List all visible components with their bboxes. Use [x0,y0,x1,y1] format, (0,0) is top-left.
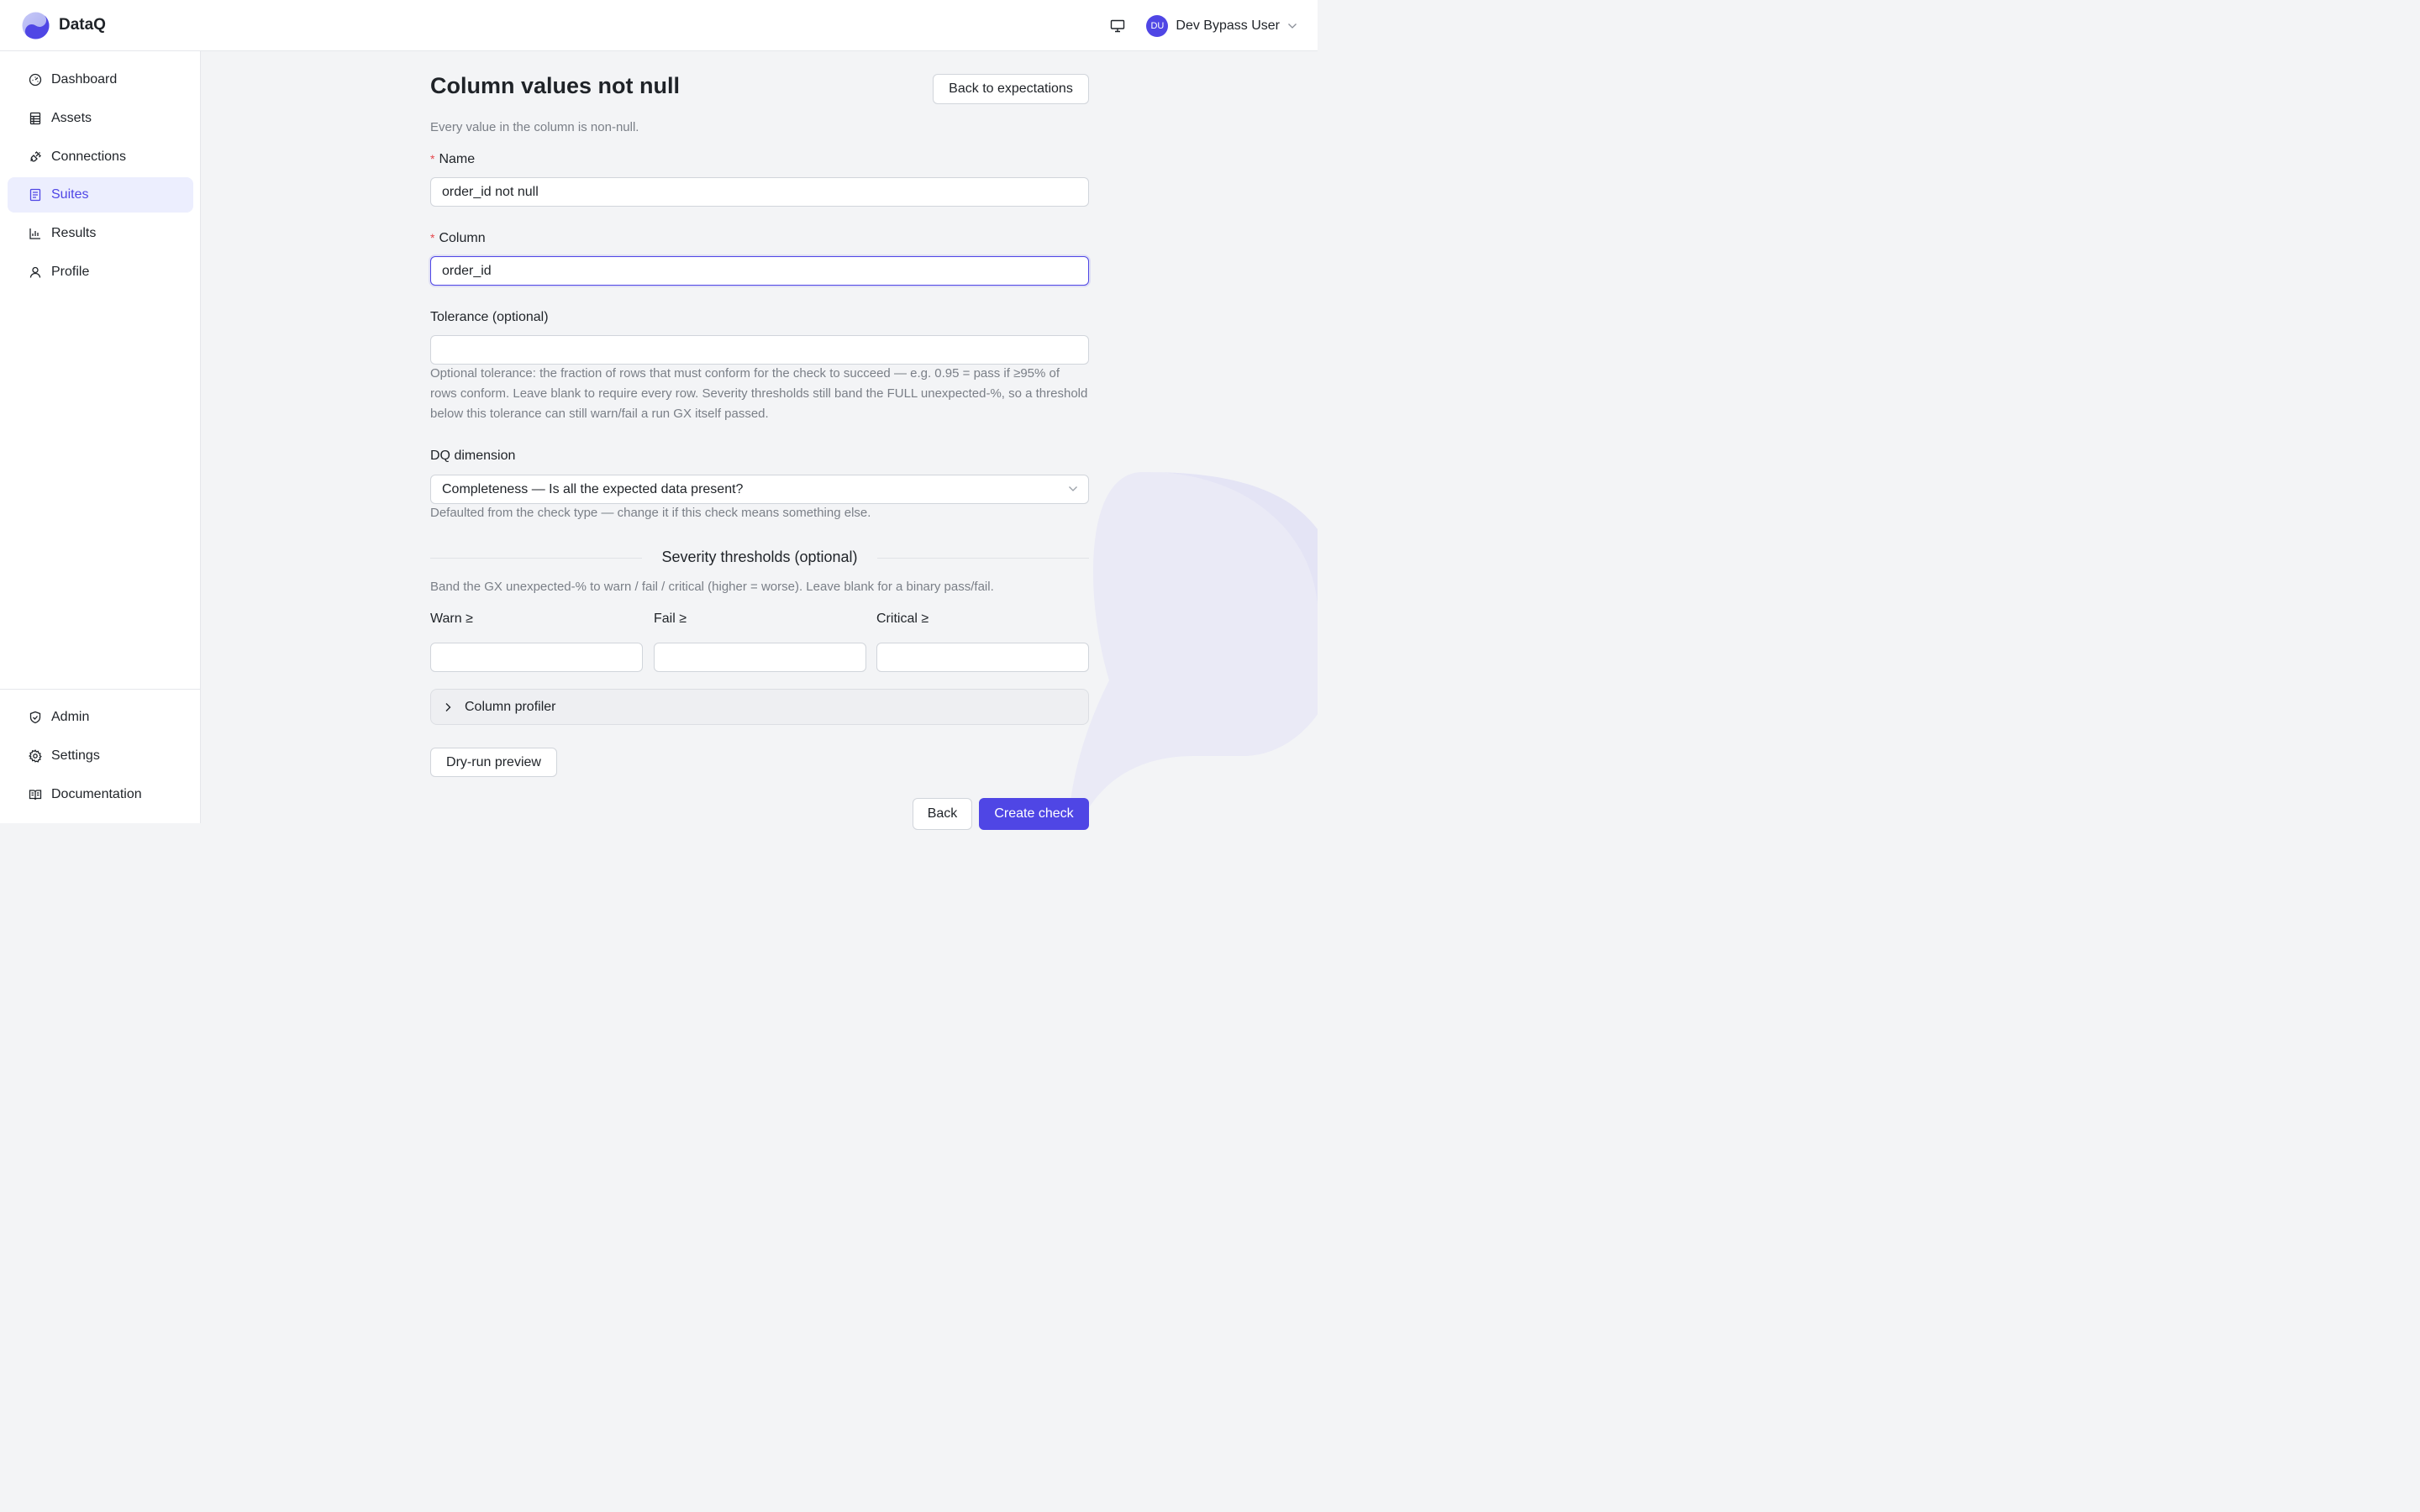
name-label-text: Name [439,152,476,166]
background-swoosh-decoration [1068,472,1318,823]
table-icon [29,112,42,125]
tolerance-help: Optional tolerance: the fraction of rows… [430,366,1088,421]
brand-name: DataQ [59,16,106,34]
tolerance-label: Tolerance (optional) [430,310,549,324]
plug-icon [29,150,42,164]
back-button[interactable]: Back [913,798,972,830]
required-marker: * [430,152,435,165]
fail-input[interactable] [654,643,866,672]
column-profiler-label: Column profiler [465,699,556,714]
required-marker: * [430,231,435,244]
dq-dimension-select[interactable]: Completeness — Is all the expected data … [430,475,1089,504]
sidebar-item-suites[interactable]: Suites [8,177,193,213]
column-input[interactable] [430,256,1089,286]
sidebar-item-dashboard[interactable]: Dashboard [8,62,193,97]
sidebar-item-profile[interactable]: Profile [8,255,193,290]
name-input[interactable] [430,177,1089,207]
page-header: Column values not null Back to expectati… [430,71,1089,105]
bar-chart-icon [29,227,42,240]
sidebar-item-connections[interactable]: Connections [8,139,193,175]
column-profiler-toggle[interactable]: Column profiler [430,689,1089,725]
chevron-down-icon [1069,486,1077,491]
back-to-expectations-button[interactable]: Back to expectations [933,74,1089,104]
severity-help: Band the GX unexpected-% to warn / fail … [430,580,994,594]
top-header: DataQ DU Dev Bypass User [0,0,1318,51]
dataq-logo-icon [22,11,50,39]
chevron-down-icon [1288,23,1297,29]
sidebar-item-label: Profile [51,264,90,279]
gear-icon [29,748,42,763]
shield-check-icon [29,711,42,724]
gauge-icon [29,73,42,87]
sidebar-item-settings[interactable]: Settings [8,738,193,774]
column-label: * Column [430,231,486,246]
critical-input[interactable] [876,643,1089,672]
sidebar-item-assets[interactable]: Assets [8,101,193,136]
sidebar-item-label: Dashboard [51,72,118,87]
chevron-right-icon [445,702,451,711]
user-name: Dev Bypass User [1176,18,1280,33]
page-title: Column values not null [430,73,681,98]
sidebar-item-label: Settings [51,748,100,763]
sidebar-item-label: Results [51,226,97,241]
column-label-text: Column [439,231,486,245]
sidebar: Dashboard Assets Connections Suites Resu… [0,51,201,823]
sidebar-divider [0,689,201,690]
fail-label: Fail ≥ [654,612,687,626]
display-toggle-button[interactable] [1104,13,1131,39]
app-root: DataQ DU Dev Bypass User Dashboard Asset… [0,0,1318,830]
severity-section-header: Severity thresholds (optional) [430,548,1089,568]
sidebar-item-label: Admin [51,710,90,724]
sidebar-item-label: Connections [51,149,126,164]
dq-dimension-label: DQ dimension [430,449,516,463]
warn-label: Warn ≥ [430,612,473,626]
sidebar-item-label: Suites [51,187,89,202]
critical-label: Critical ≥ [876,612,929,626]
monitor-icon [1111,19,1125,32]
name-label: * Name [430,152,475,167]
tolerance-input[interactable] [430,335,1089,365]
book-icon [29,788,42,801]
warn-input[interactable] [430,643,643,672]
sidebar-item-label: Assets [51,110,92,125]
sidebar-nav: Dashboard Assets Connections Suites Resu… [8,62,193,293]
create-check-button[interactable]: Create check [979,798,1089,830]
avatar: DU [1146,14,1169,37]
sidebar-bottom-nav: Admin Settings Documentation [8,700,193,815]
sidebar-item-admin[interactable]: Admin [8,700,193,735]
brand[interactable]: DataQ [22,11,106,39]
user-menu[interactable]: DU Dev Bypass User [1146,14,1297,37]
page-subtitle: Every value in the column is non-null. [430,120,639,134]
checklist-icon [29,188,42,202]
dry-run-preview-button[interactable]: Dry-run preview [430,748,557,777]
sidebar-item-documentation[interactable]: Documentation [8,777,193,812]
header-actions: DU Dev Bypass User [1104,0,1297,51]
sidebar-item-results[interactable]: Results [8,216,193,251]
dq-dimension-help: Defaulted from the check type — change i… [430,506,871,520]
dq-dimension-selected: Completeness — Is all the expected data … [442,481,744,496]
severity-section-title: Severity thresholds (optional) [661,549,858,565]
sidebar-item-label: Documentation [51,786,142,801]
user-icon [29,265,42,279]
